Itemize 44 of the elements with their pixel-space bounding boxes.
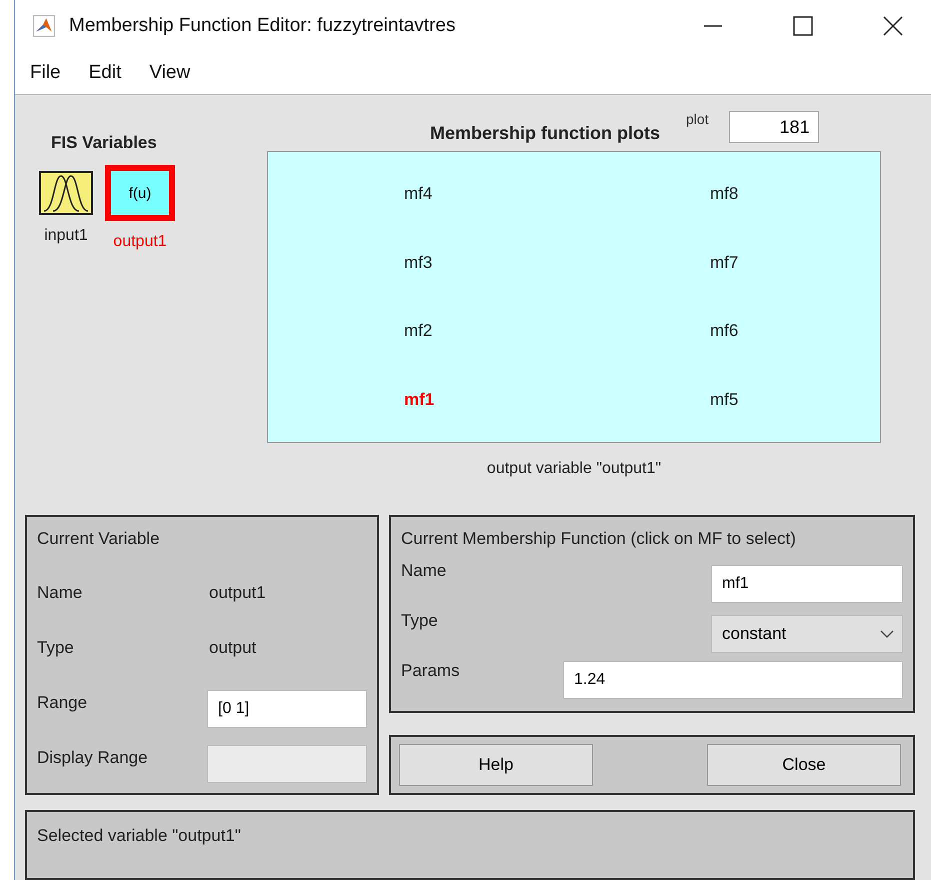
variable-label: output1 [113, 233, 167, 251]
chevron-down-icon [880, 630, 894, 638]
membership-function-label[interactable]: mf2 [404, 321, 432, 342]
menu-item[interactable]: File [30, 62, 61, 84]
plot-points-field[interactable]: 181 [728, 111, 819, 143]
field-label: Type [37, 638, 75, 658]
membership-function-label[interactable]: mf5 [710, 390, 738, 410]
panel-title: Current Membership Function (click on MF to select) [401, 529, 797, 549]
menu-item[interactable]: View [149, 62, 190, 84]
plot-area[interactable]: mf4 mf3 mf2 mf1 mf8 mf7 mf6 mf5 [267, 151, 881, 443]
maximize-icon[interactable] [793, 16, 813, 36]
variable-type: output [209, 638, 256, 658]
field-label: Range [37, 693, 88, 713]
dialog-button[interactable]: Help [399, 744, 593, 786]
params-field[interactable]: 1.24 [563, 661, 903, 699]
membership-function-label[interactable]: mf1 [404, 390, 434, 410]
field-label: Type [401, 611, 439, 631]
mf-type-dropdown[interactable]: constant [711, 615, 903, 653]
field-label: Display Range [37, 748, 149, 768]
plot-points-label: plot [686, 111, 709, 127]
range-field[interactable]: [0 1] [207, 690, 367, 728]
membership-function-label[interactable]: mf3 [404, 252, 432, 273]
panel-title: Current Variable [37, 529, 161, 549]
mf-name-field[interactable]: mf1 [711, 565, 903, 603]
membership-function-label[interactable]: mf6 [710, 321, 738, 342]
field-label: Name [37, 583, 84, 603]
variable-label: input1 [44, 227, 88, 245]
input-variable-icon[interactable] [39, 171, 93, 215]
output-variable-button[interactable]: f(u) [105, 165, 175, 221]
close-icon[interactable] [883, 16, 903, 36]
section-title: FIS Variables [51, 133, 157, 153]
plot-caption: output variable "output1" [486, 460, 662, 478]
membership-function-label[interactable]: mf4 [404, 184, 432, 204]
membership-function-label[interactable]: mf7 [710, 252, 738, 273]
dialog-button[interactable]: Close [707, 744, 901, 786]
menu-item[interactable]: Edit [88, 62, 122, 84]
window-title: Membership Function Editor: fuzzytreintavtres [69, 14, 456, 37]
variable-name: output1 [209, 583, 266, 603]
membership-function-label[interactable]: mf8 [710, 184, 738, 204]
app-logo-icon [33, 14, 55, 37]
field-label: Name [401, 561, 448, 581]
plot-title: Membership function plots [430, 123, 660, 144]
field-label: Params [401, 661, 461, 681]
status-text: Selected variable "output1" [37, 826, 241, 845]
